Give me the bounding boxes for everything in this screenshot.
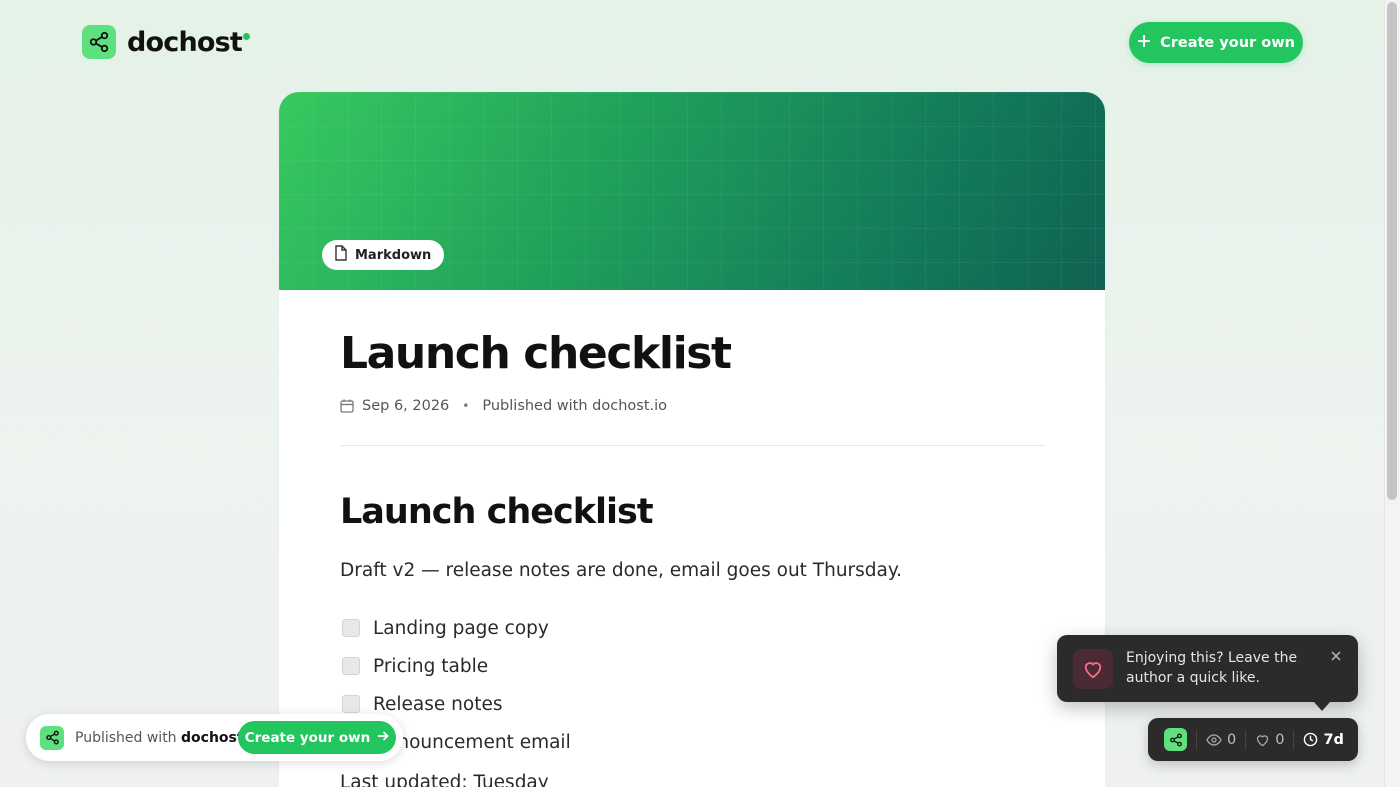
document-banner: Markdown <box>279 92 1105 290</box>
checkbox[interactable] <box>342 695 360 713</box>
like-prompt-toast: Enjoying this? Leave the author a quick … <box>1057 635 1358 702</box>
share-nodes-icon[interactable] <box>1164 728 1187 751</box>
stats-bar: 0 0 7d <box>1148 718 1358 761</box>
published-with-text: Published with dochost <box>75 729 244 746</box>
content-paragraph: Draft v2 — release notes are done, email… <box>340 560 903 581</box>
eye-icon <box>1206 733 1222 746</box>
toast-message: Enjoying this? Leave the author a quick … <box>1126 650 1298 686</box>
heart-icon <box>1255 733 1270 747</box>
share-nodes-icon <box>40 725 64 750</box>
divider <box>340 445 1045 446</box>
checkbox[interactable] <box>342 657 360 675</box>
views-stat: 0 <box>1206 732 1236 748</box>
document-meta: Sep 6, 2026 • Published with dochost.io <box>340 398 667 414</box>
likes-count: 0 <box>1275 731 1285 748</box>
close-icon[interactable] <box>1328 648 1344 664</box>
expiry-stat: 7d <box>1303 731 1344 748</box>
checklist-item: Pricing table <box>340 647 571 685</box>
footer-create-your-own-button[interactable]: Create your own <box>238 721 396 754</box>
checklist-item-label: Landing page copy <box>373 617 549 639</box>
format-badge-label: Markdown <box>355 247 432 263</box>
scrollbar-thumb[interactable] <box>1387 2 1397 500</box>
checklist-item-label: Pricing table <box>373 655 489 677</box>
share-nodes-icon <box>82 25 116 59</box>
create-button-label: Create your own <box>1160 34 1295 51</box>
last-updated: Last updated: Tuesday <box>340 772 549 787</box>
views-count: 0 <box>1227 731 1237 748</box>
arrow-right-icon <box>377 730 390 746</box>
file-icon <box>334 245 348 265</box>
heart-icon[interactable] <box>1073 649 1113 689</box>
brand-logo[interactable]: dochost <box>82 25 251 59</box>
toast-pointer <box>1314 702 1330 711</box>
clock-icon <box>1303 732 1318 747</box>
format-badge: Markdown <box>322 240 445 270</box>
brand-name: dochost <box>127 27 251 58</box>
plus-icon <box>1137 34 1151 52</box>
page-title: Launch checklist <box>340 328 732 379</box>
checklist-item-label: Release notes <box>373 693 503 715</box>
expiry-value: 7d <box>1323 731 1344 748</box>
published-with-link[interactable]: Published with dochost.io <box>482 398 667 414</box>
create-your-own-button[interactable]: Create your own <box>1129 22 1303 63</box>
calendar-icon <box>340 399 354 413</box>
document-date: Sep 6, 2026 <box>362 398 450 414</box>
checkbox[interactable] <box>342 619 360 637</box>
footer-create-label: Create your own <box>244 729 371 746</box>
published-with-pill: Published with dochost Create your own <box>26 714 403 761</box>
content-heading: Launch checklist <box>340 492 654 532</box>
document-card: Markdown Launch checklist Sep 6, 2026 • … <box>279 92 1105 787</box>
checklist-item: Landing page copy <box>340 609 571 647</box>
likes-stat[interactable]: 0 <box>1255 732 1284 748</box>
top-header: dochost Create your own <box>0 0 1384 84</box>
